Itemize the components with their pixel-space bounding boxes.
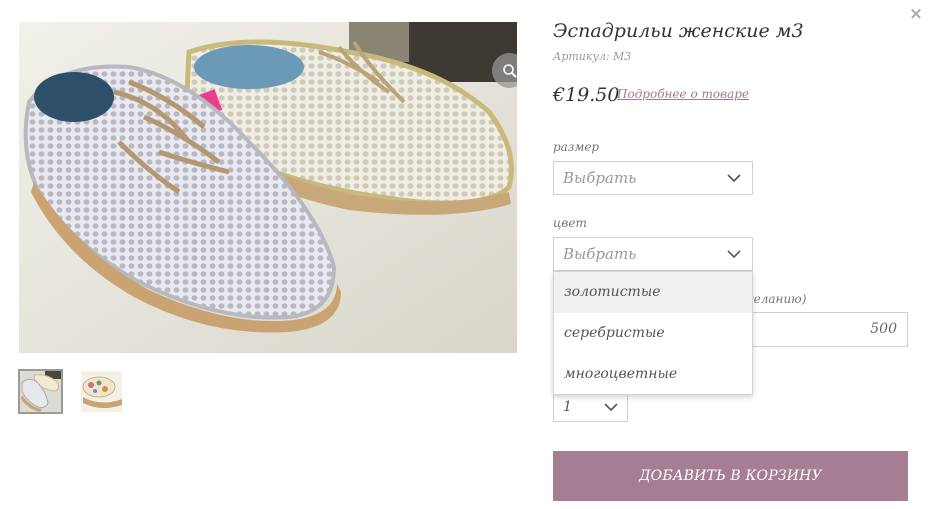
- thumbnail-1-image: [20, 371, 61, 412]
- color-dropdown-menu: золотистые серебристые многоцветные: [553, 271, 753, 395]
- chevron-down-icon: [727, 174, 741, 183]
- size-select[interactable]: Выбрать: [553, 161, 753, 195]
- espadrilles-photo: [19, 22, 517, 353]
- add-to-cart-button[interactable]: ДОБАВИТЬ В КОРЗИНУ: [553, 451, 908, 501]
- size-select-value: Выбрать: [563, 169, 637, 187]
- close-button[interactable]: ×: [906, 4, 926, 24]
- quantity-value: 1: [563, 399, 572, 415]
- size-label: размер: [553, 140, 600, 154]
- thumbnail-2[interactable]: [79, 369, 124, 414]
- product-title: Эспадрильи женские м3: [553, 20, 804, 42]
- color-option-gold[interactable]: золотистые: [554, 272, 752, 313]
- quantity-select[interactable]: 1: [553, 393, 628, 422]
- product-main-image[interactable]: [19, 22, 517, 353]
- thumbnail-1[interactable]: [18, 369, 63, 414]
- color-option-multicolor[interactable]: многоцветные: [554, 354, 752, 395]
- color-label: цвет: [553, 216, 587, 230]
- amount-input[interactable]: 500: [740, 312, 908, 347]
- product-price: €19.50: [553, 84, 620, 106]
- chevron-down-icon: [604, 403, 618, 412]
- color-select-value: Выбрать: [563, 245, 637, 263]
- magnifier-icon: [502, 63, 517, 78]
- chevron-down-icon: [727, 250, 741, 259]
- product-sku: Артикул: М3: [553, 50, 632, 63]
- product-details-link[interactable]: Подробнее о товаре: [617, 87, 749, 101]
- color-option-silver[interactable]: серебристые: [554, 313, 752, 354]
- close-icon: ×: [908, 4, 924, 24]
- color-select[interactable]: Выбрать: [553, 237, 753, 271]
- thumbnail-2-image: [81, 371, 122, 412]
